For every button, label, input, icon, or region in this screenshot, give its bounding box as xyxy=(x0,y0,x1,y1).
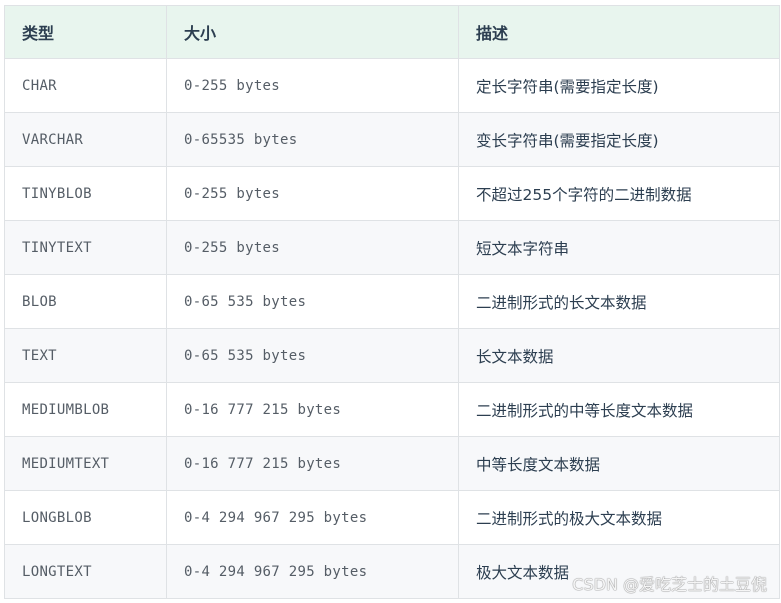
table-row: MEDIUMTEXT 0-16 777 215 bytes 中等长度文本数据 xyxy=(4,436,780,491)
data-types-table: 类型 大小 描述 CHAR 0-255 bytes 定长字符串(需要指定长度) … xyxy=(4,5,780,599)
cell-size: 0-255 bytes xyxy=(166,58,459,113)
cell-size: 0-65 535 bytes xyxy=(166,274,459,329)
cell-size: 0-4 294 967 295 bytes xyxy=(166,544,459,599)
watermark: CSDN @爱吃芝士的土豆倪 xyxy=(572,575,767,594)
table-row: MEDIUMBLOB 0-16 777 215 bytes 二进制形式的中等长度… xyxy=(4,382,780,437)
table-row: TINYBLOB 0-255 bytes 不超过255个字符的二进制数据 xyxy=(4,166,780,221)
header-description: 描述 xyxy=(458,5,780,59)
cell-description: 短文本字符串 xyxy=(458,220,780,275)
table-row: CHAR 0-255 bytes 定长字符串(需要指定长度) xyxy=(4,58,780,113)
cell-type: MEDIUMBLOB xyxy=(4,382,167,437)
cell-description: 二进制形式的长文本数据 xyxy=(458,274,780,329)
cell-type: MEDIUMTEXT xyxy=(4,436,167,491)
cell-size: 0-16 777 215 bytes xyxy=(166,436,459,491)
cell-description: 中等长度文本数据 xyxy=(458,436,780,491)
cell-description: 变长字符串(需要指定长度) xyxy=(458,112,780,167)
cell-description: 定长字符串(需要指定长度) xyxy=(458,58,780,113)
cell-type: TINYBLOB xyxy=(4,166,167,221)
cell-type: LONGBLOB xyxy=(4,490,167,545)
table-row: LONGBLOB 0-4 294 967 295 bytes 二进制形式的极大文… xyxy=(4,490,780,545)
cell-type: TEXT xyxy=(4,328,167,383)
cell-description: 二进制形式的中等长度文本数据 xyxy=(458,382,780,437)
table-row: VARCHAR 0-65535 bytes 变长字符串(需要指定长度) xyxy=(4,112,780,167)
table-row: TINYTEXT 0-255 bytes 短文本字符串 xyxy=(4,220,780,275)
cell-type: CHAR xyxy=(4,58,167,113)
cell-size: 0-4 294 967 295 bytes xyxy=(166,490,459,545)
cell-size: 0-255 bytes xyxy=(166,220,459,275)
cell-size: 0-65535 bytes xyxy=(166,112,459,167)
header-type: 类型 xyxy=(4,5,167,59)
cell-description: 二进制形式的极大文本数据 xyxy=(458,490,780,545)
header-size: 大小 xyxy=(166,5,459,59)
cell-size: 0-65 535 bytes xyxy=(166,328,459,383)
cell-type: BLOB xyxy=(4,274,167,329)
cell-size: 0-16 777 215 bytes xyxy=(166,382,459,437)
table-row: TEXT 0-65 535 bytes 长文本数据 xyxy=(4,328,780,383)
cell-size: 0-255 bytes xyxy=(166,166,459,221)
cell-type: VARCHAR xyxy=(4,112,167,167)
table-header-row: 类型 大小 描述 xyxy=(4,5,780,59)
cell-description: 长文本数据 xyxy=(458,328,780,383)
cell-type: TINYTEXT xyxy=(4,220,167,275)
cell-description: 不超过255个字符的二进制数据 xyxy=(458,166,780,221)
cell-type: LONGTEXT xyxy=(4,544,167,599)
table-row: BLOB 0-65 535 bytes 二进制形式的长文本数据 xyxy=(4,274,780,329)
